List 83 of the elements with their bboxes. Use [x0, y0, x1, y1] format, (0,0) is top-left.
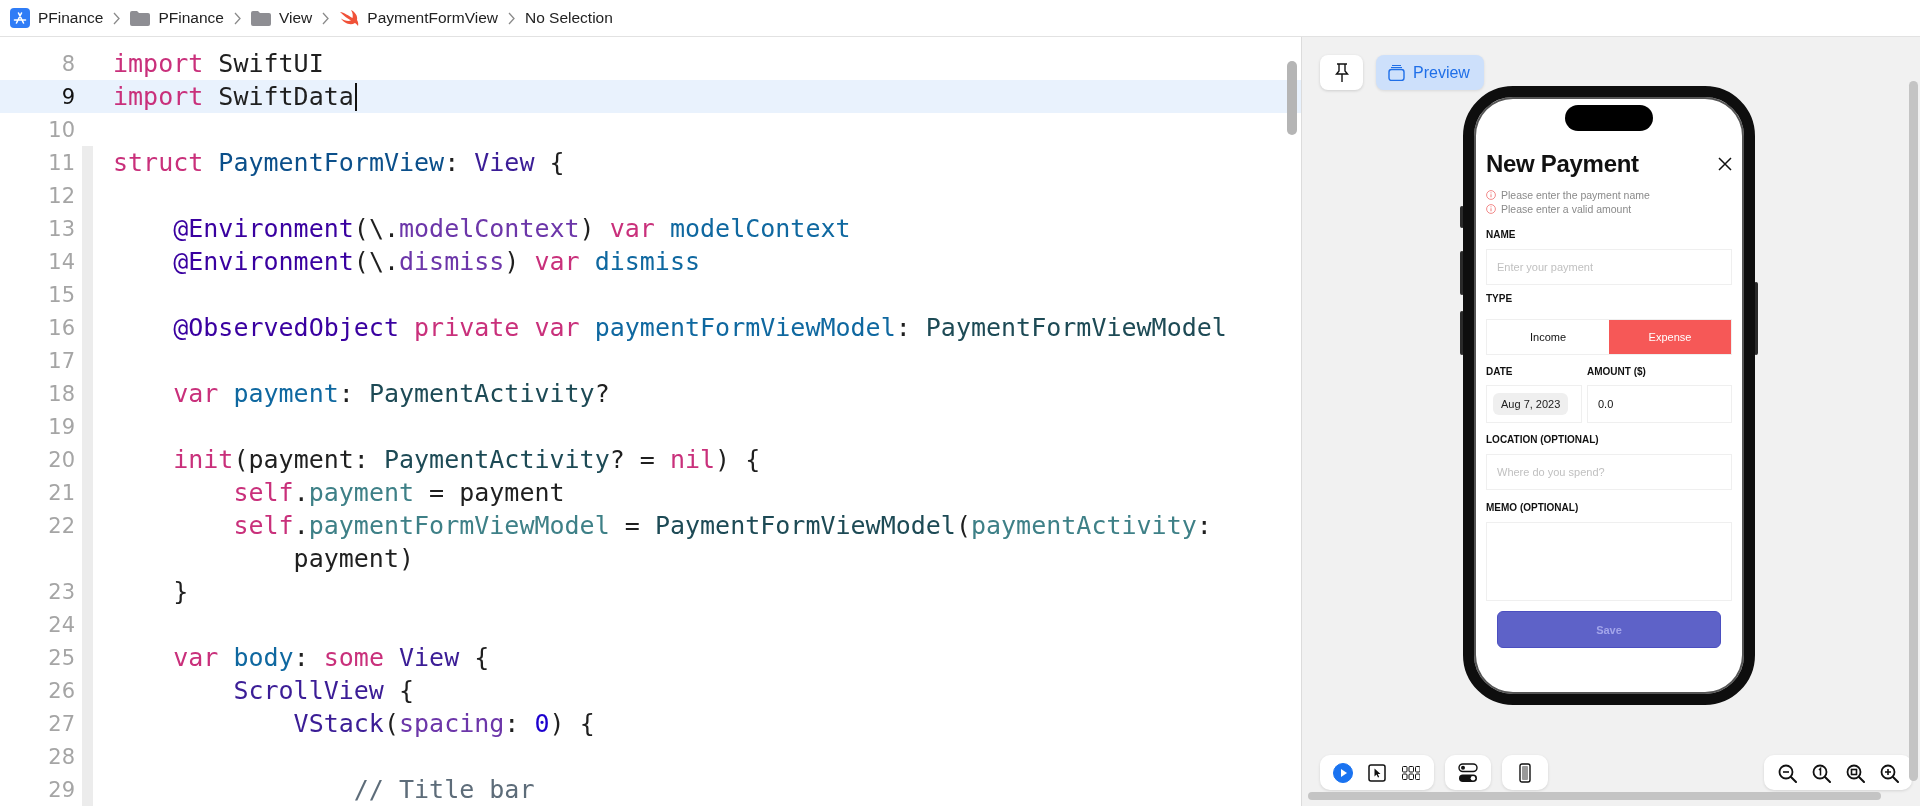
- line-number: 14: [47, 249, 75, 274]
- line-number: 16: [47, 315, 75, 340]
- scrollbar-thumb[interactable]: [1909, 81, 1918, 781]
- code-line: init(payment: PaymentActivity? = nil) {: [172, 444, 761, 476]
- code-line: VStack(spacing: 0) {: [292, 708, 595, 740]
- code-line: @Environment(\.dismiss) var dismiss: [172, 246, 701, 278]
- info-icon: [1486, 190, 1496, 200]
- line-number: 26: [47, 678, 75, 703]
- chevron-icon: [507, 11, 515, 25]
- line-number: 23: [47, 579, 75, 604]
- chevron-icon: [233, 11, 241, 25]
- close-icon[interactable]: [1718, 157, 1732, 171]
- preview-button[interactable]: Preview: [1376, 55, 1484, 90]
- grid-icon: [1402, 765, 1420, 780]
- line-number: 28: [47, 744, 75, 769]
- amount-input-field[interactable]: 0.0: [1587, 385, 1732, 423]
- error-message: Please enter the payment name: [1501, 189, 1650, 201]
- scrollbar-thumb[interactable]: [1308, 792, 1881, 800]
- breadcrumb-item[interactable]: PFinance: [158, 9, 224, 27]
- breadcrumb-item[interactable]: PFinance: [38, 9, 104, 27]
- code-line: var body: some View {: [172, 642, 490, 674]
- code-line: self.payment = payment: [232, 477, 565, 509]
- zoom-actual-size-icon: [1811, 762, 1831, 783]
- pin-button[interactable]: [1320, 55, 1363, 90]
- zoom-in-icon: [1879, 762, 1899, 783]
- line-number: 20: [47, 447, 75, 472]
- line-number: 9: [60, 84, 75, 109]
- app-icon: [10, 8, 30, 28]
- line-number: 17: [47, 348, 75, 373]
- line-number: 8: [60, 51, 75, 76]
- info-icon: [1486, 204, 1496, 214]
- date-picker[interactable]: Aug 7, 2023: [1493, 393, 1569, 415]
- field-label: AMOUNT ($): [1587, 366, 1647, 378]
- code-line: payment): [292, 543, 415, 575]
- scrollbar-thumb[interactable]: [1287, 61, 1297, 135]
- code-line: self.paymentFormViewModel = PaymentFormViewModel(paymentActivity:: [232, 510, 1212, 542]
- line-number: 12: [47, 183, 75, 208]
- line-number: 27: [47, 711, 75, 736]
- code-line: @Environment(\.modelContext) var modelContext: [172, 213, 851, 245]
- line-number: 11: [47, 150, 75, 175]
- phone-icon: [1519, 762, 1531, 783]
- breadcrumb-item[interactable]: PaymentFormView: [367, 9, 498, 27]
- folder-icon: [250, 10, 271, 26]
- pin-icon: [1334, 62, 1349, 83]
- code-line: @ObservedObject private var paymentFormViewModel: PaymentFormViewModel: [172, 312, 1227, 344]
- zoom-out-icon: [1777, 762, 1797, 783]
- code-line: var payment: PaymentActivity?: [172, 378, 610, 410]
- field-label: TYPE: [1486, 293, 1514, 305]
- line-number: 15: [47, 282, 75, 307]
- breadcrumb-item[interactable]: No Selection: [524, 9, 613, 27]
- line-number: 24: [47, 612, 75, 637]
- code-line: ScrollView {: [232, 675, 415, 707]
- code-line: }: [172, 576, 189, 608]
- folder-icon: [130, 10, 151, 26]
- field-label: NAME: [1486, 229, 1517, 241]
- cursor-icon: [1368, 763, 1386, 782]
- line-number: 29: [47, 777, 75, 802]
- zoom-to-fit-icon: [1845, 762, 1865, 783]
- line-number: 22: [47, 513, 75, 538]
- field-label: DATE: [1486, 366, 1514, 378]
- form-title: New Payment: [1486, 150, 1639, 178]
- line-number: 18: [47, 381, 75, 406]
- field-label: LOCATION (OPTIONAL): [1486, 434, 1600, 446]
- location-input-field[interactable]: Where do you spend?: [1486, 454, 1732, 490]
- bird-icon: [339, 9, 360, 27]
- line-number: 13: [47, 216, 75, 241]
- breadcrumb-item[interactable]: View: [278, 9, 313, 27]
- chevron-icon: [322, 11, 330, 25]
- code-line: import SwiftUI: [113, 48, 324, 80]
- line-number: 19: [47, 414, 75, 439]
- error-message: Please enter a valid amount: [1501, 203, 1632, 215]
- play-icon: [1333, 762, 1353, 783]
- chevron-icon: [113, 11, 121, 25]
- field-label: MEMO (OPTIONAL): [1486, 502, 1580, 514]
- code-line: // Title bar: [352, 774, 535, 806]
- name-input-field[interactable]: Enter your payment: [1486, 249, 1732, 285]
- line-number: 10: [47, 117, 75, 142]
- code-line: struct PaymentFormView: View {: [113, 147, 565, 179]
- toggle-icon: [1458, 762, 1478, 783]
- line-number: 21: [47, 480, 75, 505]
- stacked-window-icon: [1388, 64, 1405, 81]
- line-number: 25: [47, 645, 75, 670]
- code-line: import SwiftData: [113, 80, 357, 113]
